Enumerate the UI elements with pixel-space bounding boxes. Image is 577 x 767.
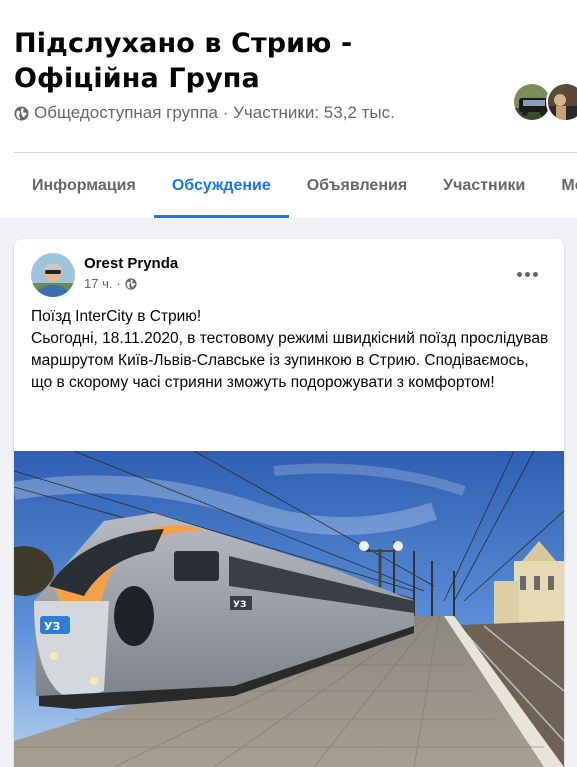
tab-discussion[interactable]: Обсуждение: [153, 153, 289, 218]
post-text-line: Сьогодні, 18.11.2020, в тестовому режимі…: [31, 330, 549, 391]
tab-information[interactable]: Информация: [14, 153, 154, 218]
author-avatar[interactable]: [31, 253, 75, 297]
post-text: Поїзд InterCity в Стрию! Сьогодні, 18.11…: [31, 306, 551, 394]
post-text-line: Поїзд InterCity в Стрию!: [31, 308, 202, 325]
tab-more[interactable]: Ме: [543, 153, 577, 218]
more-options-icon[interactable]: [509, 256, 545, 292]
post-timestamp: 17 ч. ·: [84, 276, 137, 291]
train-side-logo: УЗ: [233, 600, 246, 610]
group-title[interactable]: Підслухано в Стрию - Офіційна Група: [14, 26, 414, 96]
group-meta: Общедоступная группа · Участники: 53,2 т…: [14, 103, 395, 123]
globe-icon: [125, 277, 137, 290]
post-image[interactable]: УЗ УЗ: [14, 451, 564, 767]
post-time-text[interactable]: 17 ч.: [84, 276, 112, 291]
globe-icon: [14, 105, 29, 121]
group-tabs: Информация Обсуждение Объявления Участни…: [14, 153, 577, 218]
tab-members[interactable]: Участники: [425, 153, 543, 218]
member-avatar[interactable]: [546, 82, 577, 122]
group-header: Підслухано в Стрию - Офіційна Група Обще…: [0, 0, 577, 218]
separator-dot: ·: [116, 276, 121, 291]
train-logo: УЗ: [44, 620, 60, 633]
author-name[interactable]: Orest Prynda: [84, 255, 178, 272]
tab-announcements[interactable]: Объявления: [289, 153, 425, 218]
post-card: Orest Prynda 17 ч. · Поїзд InterCity в С…: [14, 239, 564, 767]
member-avatars[interactable]: [512, 82, 577, 122]
group-meta-text: Общедоступная группа · Участники: 53,2 т…: [34, 103, 395, 122]
